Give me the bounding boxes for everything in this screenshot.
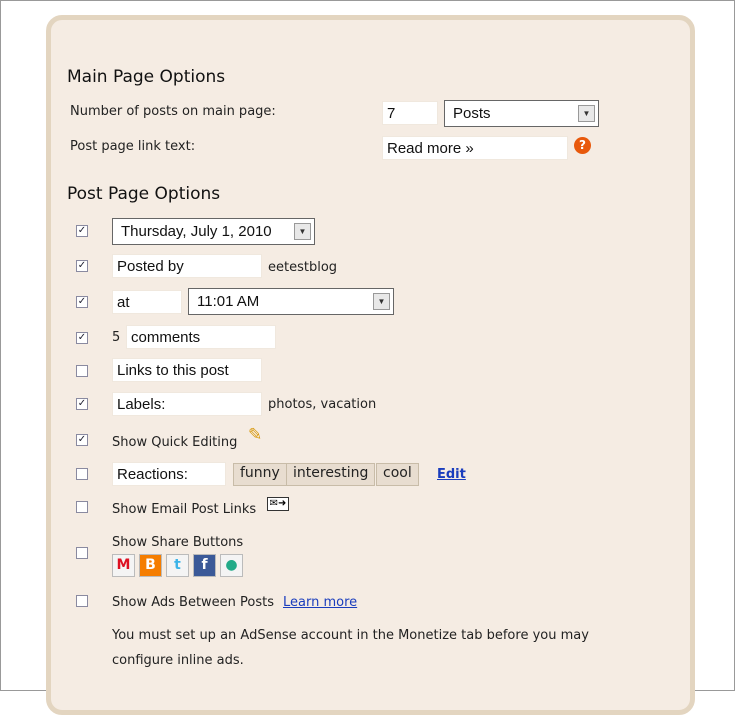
reaction-cool[interactable]: cool — [376, 463, 419, 486]
labels-list: photos, vacation — [268, 397, 377, 412]
share-checkbox[interactable] — [76, 547, 88, 559]
reaction-funny[interactable]: funny — [233, 463, 287, 486]
post-page-heading: Post Page Options — [67, 184, 221, 204]
posted-by-checkbox[interactable]: ✓ — [76, 260, 88, 272]
ads-note-line1: You must set up an AdSense account in th… — [112, 628, 589, 643]
ads-checkbox[interactable] — [76, 595, 88, 607]
time-checkbox[interactable]: ✓ — [76, 296, 88, 308]
posts-count-input[interactable]: 7 — [382, 101, 438, 125]
buzz-icon: ● — [220, 554, 243, 577]
date-format-select[interactable]: Thursday, July 1, 2010 ▼ — [112, 218, 315, 245]
pencil-icon: ✎ — [248, 425, 263, 445]
author-name: eetestblog — [268, 260, 338, 275]
blogger-icon: B — [139, 554, 162, 577]
facebook-icon: f — [193, 554, 216, 577]
labels-input[interactable]: Labels: — [112, 392, 262, 416]
reactions-input[interactable]: Reactions: — [112, 462, 226, 486]
chevron-down-icon: ▼ — [294, 223, 311, 240]
email-checkbox[interactable] — [76, 501, 88, 513]
posts-unit-select[interactable]: Posts ▼ — [444, 100, 599, 127]
learn-more-link[interactable]: Learn more — [283, 595, 357, 610]
comments-count: 5 — [112, 330, 121, 345]
main-page-heading: Main Page Options — [67, 67, 226, 87]
chevron-down-icon: ▼ — [578, 105, 595, 122]
share-buttons-preview: M B t f ● — [112, 554, 247, 579]
posts-count-label: Number of posts on main page: — [70, 104, 276, 119]
time-prefix-input[interactable]: at — [112, 290, 182, 314]
twitter-icon: t — [166, 554, 189, 577]
ads-note-line2: configure inline ads. — [112, 653, 244, 668]
reactions-checkbox[interactable] — [76, 468, 88, 480]
backlinks-input[interactable]: Links to this post — [112, 358, 262, 382]
date-format-value: Thursday, July 1, 2010 — [121, 223, 272, 240]
quick-edit-checkbox[interactable]: ✓ — [76, 434, 88, 446]
reaction-buttons: funny interesting cool — [233, 463, 423, 486]
quick-edit-label: Show Quick Editing — [112, 435, 238, 450]
time-format-select[interactable]: 11:01 AM ▼ — [188, 288, 394, 315]
email-post-icon: ✉➜ — [267, 497, 289, 511]
time-format-value: 11:01 AM — [197, 293, 260, 310]
link-text-label: Post page link text: — [70, 139, 196, 154]
page-elements-panel: Main Page Options Number of posts on mai… — [46, 15, 695, 715]
link-text-input[interactable]: Read more » — [382, 136, 568, 160]
date-checkbox[interactable]: ✓ — [76, 225, 88, 237]
share-label: Show Share Buttons — [112, 535, 244, 550]
comments-input[interactable]: comments — [126, 325, 276, 349]
labels-checkbox[interactable]: ✓ — [76, 398, 88, 410]
posted-by-input[interactable]: Posted by — [112, 254, 262, 278]
ads-label: Show Ads Between Posts — [112, 595, 275, 610]
posts-unit-value: Posts — [453, 105, 491, 122]
reactions-edit-link[interactable]: Edit — [437, 467, 466, 482]
comments-checkbox[interactable]: ✓ — [76, 332, 88, 344]
help-icon[interactable]: ? — [574, 137, 591, 154]
email-label: Show Email Post Links — [112, 502, 257, 517]
reaction-interesting[interactable]: interesting — [286, 463, 376, 486]
backlinks-checkbox[interactable] — [76, 365, 88, 377]
chevron-down-icon: ▼ — [373, 293, 390, 310]
gmail-icon: M — [112, 554, 135, 577]
